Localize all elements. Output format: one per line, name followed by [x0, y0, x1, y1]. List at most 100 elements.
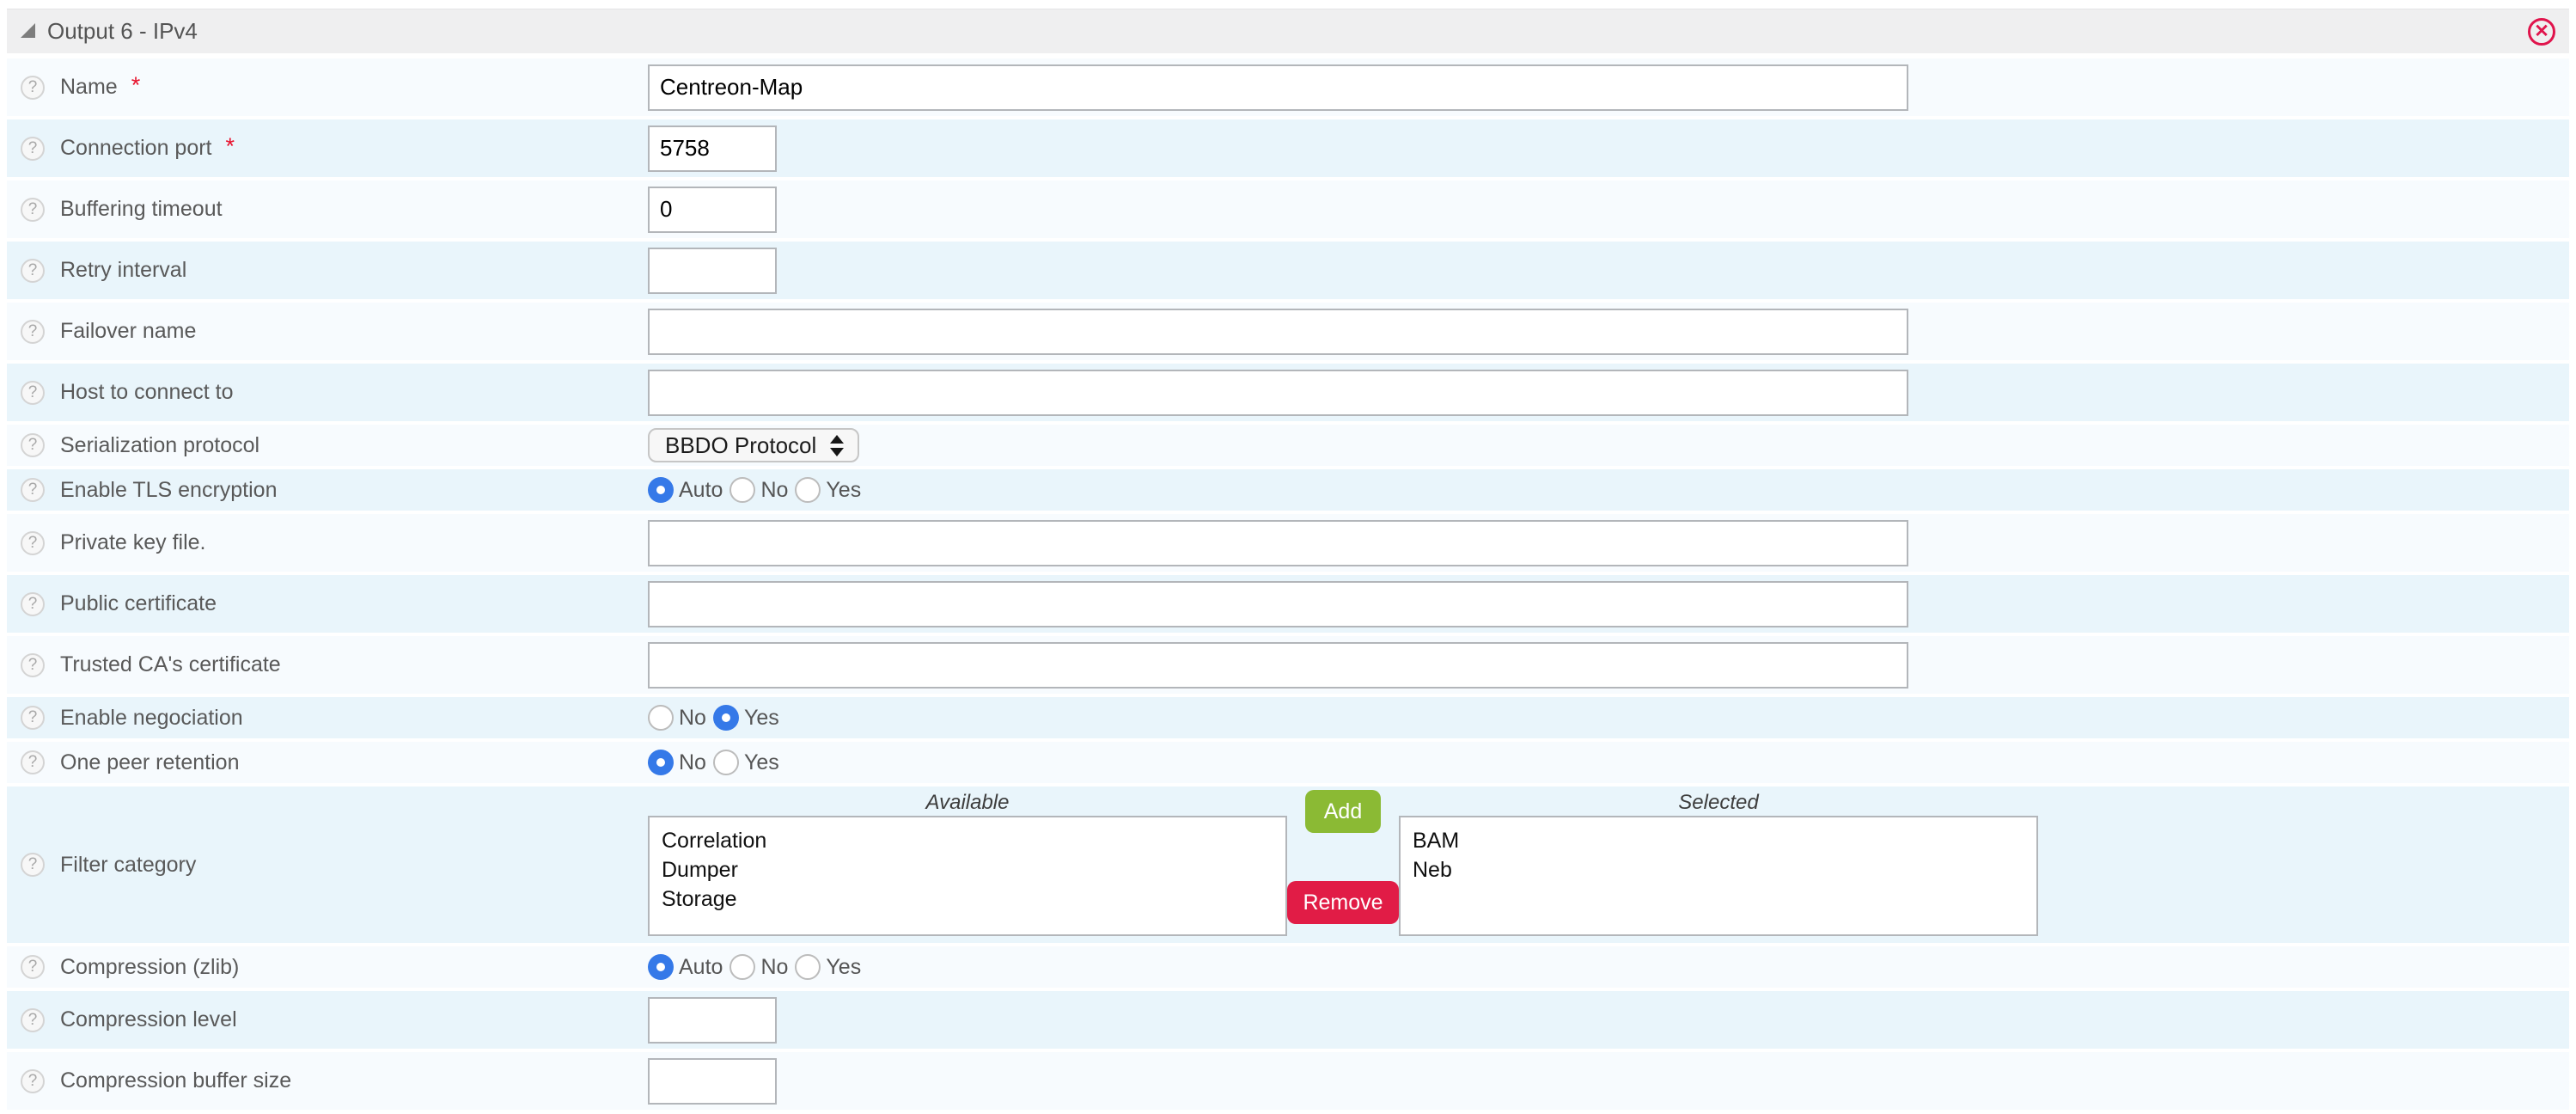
- row-failover-name: ? Failover name: [7, 303, 2569, 360]
- radio-option-yes[interactable]: Yes: [713, 750, 786, 775]
- row-retry-interval: ? Retry interval: [7, 242, 2569, 299]
- row-filter-category: ? Filter category Available CorrelationD…: [7, 787, 2569, 943]
- available-column: Available CorrelationDumperStorage: [648, 787, 1287, 936]
- help-icon[interactable]: ?: [21, 1008, 45, 1032]
- radio-option-no[interactable]: No: [648, 750, 713, 775]
- one-peer-retention-radio-group: No Yes: [648, 750, 786, 775]
- row-buffering-timeout: ? Buffering timeout: [7, 181, 2569, 238]
- list-item[interactable]: Correlation: [662, 826, 1285, 855]
- add-button[interactable]: Add: [1305, 790, 1381, 833]
- radio-selected-icon[interactable]: [713, 705, 739, 731]
- help-icon[interactable]: ?: [21, 137, 45, 161]
- radio-unselected-icon[interactable]: [713, 750, 739, 775]
- tls-encryption-radio-group: Auto No Yes: [648, 477, 868, 503]
- row-compression-zlib: ? Compression (zlib) AutoNo Yes: [7, 946, 2569, 988]
- serialization-protocol-select[interactable]: BBDO Protocol: [648, 428, 859, 462]
- field-label: Connection port: [60, 136, 212, 161]
- connection-port-input[interactable]: [648, 125, 777, 172]
- available-listbox[interactable]: CorrelationDumperStorage: [648, 816, 1287, 936]
- list-item[interactable]: Storage: [662, 884, 1285, 914]
- row-trusted-ca-certificate: ? Trusted CA's certificate: [7, 636, 2569, 694]
- radio-option-yes[interactable]: Yes: [713, 705, 786, 731]
- host-to-connect-input[interactable]: [648, 370, 1908, 416]
- help-icon[interactable]: ?: [21, 259, 45, 283]
- selected-column: Selected BAMNeb: [1399, 787, 2038, 936]
- row-serialization-protocol: ? Serialization protocol BBDO Protocol: [7, 425, 2569, 466]
- failover-name-input[interactable]: [648, 309, 1908, 355]
- help-icon[interactable]: ?: [21, 653, 45, 677]
- help-icon[interactable]: ?: [21, 76, 45, 100]
- help-icon[interactable]: ?: [21, 381, 45, 405]
- selected-title: Selected: [1399, 790, 2038, 816]
- row-public-certificate: ? Public certificate: [7, 575, 2569, 633]
- output-form-panel: Output 6 - IPv4 ✕ ? Name * ? Connection …: [0, 0, 2576, 1110]
- field-label: Retry interval: [60, 258, 186, 283]
- name-input[interactable]: [648, 64, 1908, 111]
- trusted-ca-certificate-input[interactable]: [648, 642, 1908, 689]
- radio-option-label: No: [679, 706, 706, 731]
- row-private-key-file: ? Private key file.: [7, 514, 2569, 572]
- help-icon[interactable]: ?: [21, 1069, 45, 1093]
- help-icon[interactable]: ?: [21, 433, 45, 457]
- field-label: Private key file.: [60, 530, 206, 555]
- radio-option-label: Auto: [679, 478, 723, 503]
- field-label: Compression level: [60, 1007, 237, 1032]
- list-item[interactable]: BAM: [1413, 826, 2036, 855]
- compression-buffer-size-input[interactable]: [648, 1058, 777, 1105]
- row-compression-level: ? Compression level: [7, 991, 2569, 1049]
- select-arrows-icon: [830, 435, 844, 456]
- radio-option-label: Yes: [826, 478, 861, 503]
- help-icon[interactable]: ?: [21, 853, 45, 877]
- row-compression-buffer-size: ? Compression buffer size: [7, 1052, 2569, 1110]
- field-label: Filter category: [60, 853, 196, 878]
- radio-unselected-icon[interactable]: [648, 705, 674, 731]
- radio-option-no[interactable]: No: [729, 954, 795, 980]
- radio-option-yes[interactable]: Yes: [795, 477, 868, 503]
- buffering-timeout-input[interactable]: [648, 187, 777, 233]
- radio-option-auto[interactable]: Auto: [648, 954, 729, 980]
- selected-listbox[interactable]: BAMNeb: [1399, 816, 2038, 936]
- close-section-icon[interactable]: ✕: [2528, 18, 2555, 46]
- radio-option-no[interactable]: No: [648, 705, 713, 731]
- field-label: Enable negociation: [60, 706, 243, 731]
- row-one-peer-retention: ? One peer retention NoYes: [7, 742, 2569, 783]
- field-label: Name: [60, 75, 118, 100]
- compression-level-input[interactable]: [648, 997, 777, 1044]
- help-icon[interactable]: ?: [21, 592, 45, 616]
- private-key-file-input[interactable]: [648, 520, 1908, 566]
- radio-unselected-icon[interactable]: [729, 477, 755, 503]
- help-icon[interactable]: ?: [21, 478, 45, 502]
- radio-option-auto[interactable]: Auto: [648, 477, 729, 503]
- field-label: Serialization protocol: [60, 433, 259, 458]
- available-title: Available: [648, 790, 1287, 816]
- list-item[interactable]: Neb: [1413, 855, 2036, 884]
- help-icon[interactable]: ?: [21, 750, 45, 774]
- remove-button[interactable]: Remove: [1287, 881, 1398, 924]
- row-enable-tls-encryption: ? Enable TLS encryption AutoNoYes: [7, 469, 2569, 511]
- section-header: Output 6 - IPv4 ✕: [7, 9, 2569, 53]
- radio-option-label: No: [679, 750, 706, 775]
- collapse-triangle-icon[interactable]: [21, 23, 35, 38]
- help-icon[interactable]: ?: [21, 531, 45, 555]
- radio-option-no[interactable]: No: [729, 477, 795, 503]
- radio-unselected-icon[interactable]: [729, 954, 755, 980]
- help-icon[interactable]: ?: [21, 320, 45, 344]
- radio-unselected-icon[interactable]: [795, 954, 821, 980]
- help-icon[interactable]: ?: [21, 955, 45, 979]
- radio-option-label: No: [760, 478, 788, 503]
- help-icon[interactable]: ?: [21, 706, 45, 730]
- list-item[interactable]: Dumper: [662, 855, 1285, 884]
- row-connection-port: ? Connection port *: [7, 119, 2569, 177]
- radio-selected-icon[interactable]: [648, 954, 674, 980]
- radio-selected-icon[interactable]: [648, 477, 674, 503]
- radio-unselected-icon[interactable]: [795, 477, 821, 503]
- help-icon[interactable]: ?: [21, 198, 45, 222]
- retry-interval-input[interactable]: [648, 248, 777, 294]
- select-value: BBDO Protocol: [665, 432, 816, 459]
- duallist-actions: Add Remove: [1287, 787, 1399, 924]
- field-label: Compression (zlib): [60, 955, 239, 980]
- radio-selected-icon[interactable]: [648, 750, 674, 775]
- radio-option-label: Yes: [826, 955, 861, 980]
- public-certificate-input[interactable]: [648, 581, 1908, 627]
- radio-option-yes[interactable]: Yes: [795, 954, 868, 980]
